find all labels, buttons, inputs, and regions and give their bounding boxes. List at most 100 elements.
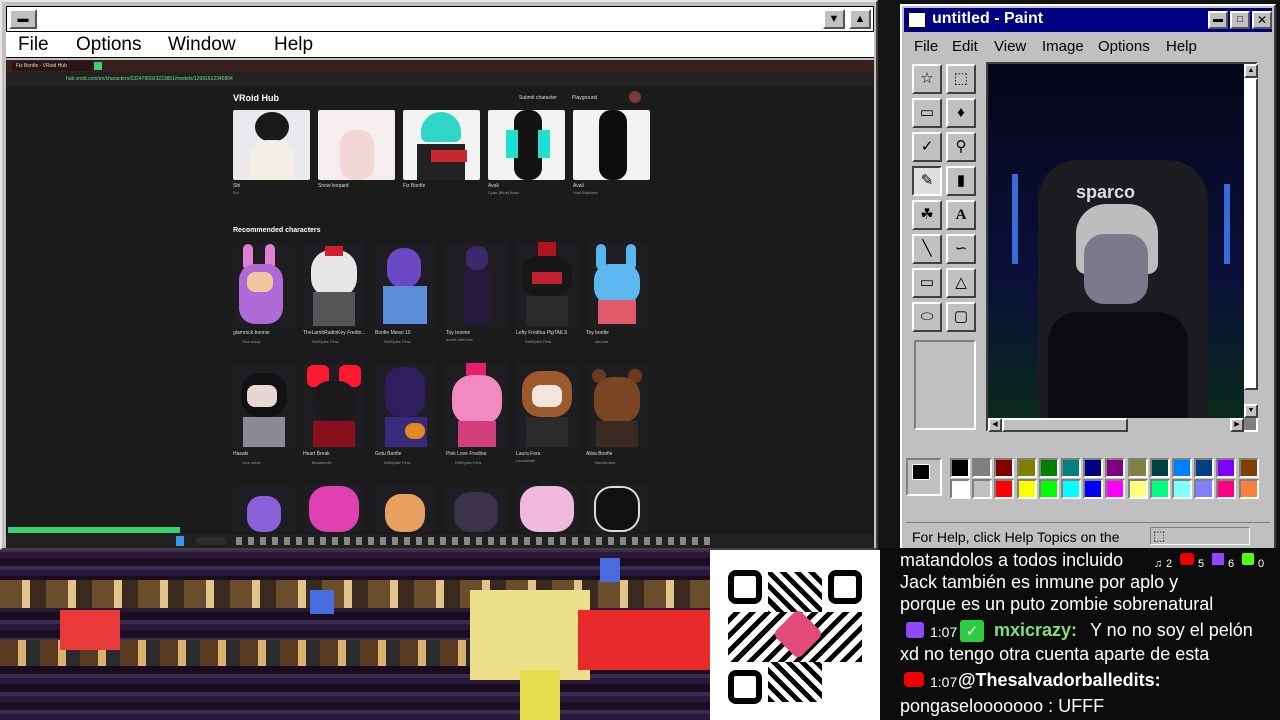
color-swatch[interactable] (1083, 479, 1104, 499)
color-swatch[interactable] (1216, 479, 1237, 499)
paint-menu-view[interactable]: View (994, 38, 1026, 55)
current-colors[interactable] (906, 458, 942, 496)
start-icon[interactable] (176, 536, 184, 546)
paint-menu-help[interactable]: Help (1166, 38, 1197, 55)
menu-window[interactable]: Window (168, 34, 236, 56)
character-card[interactable] (488, 110, 565, 180)
site-logo[interactable]: VRoid Hub (233, 93, 279, 103)
character-name[interactable]: Gotu Bonfie (375, 451, 401, 457)
color-swatch[interactable] (1194, 458, 1215, 478)
color-swatch[interactable] (1016, 479, 1037, 499)
character-card[interactable] (446, 488, 508, 532)
menu-file[interactable]: File (18, 34, 49, 56)
scroll-up-icon[interactable]: ▲ (1244, 64, 1258, 78)
character-card[interactable] (375, 486, 437, 532)
character-card[interactable] (318, 110, 395, 180)
scroll-down-icon[interactable]: ▼ (1244, 404, 1258, 418)
horizontal-scroll-thumb[interactable] (1002, 418, 1128, 432)
color-swatch[interactable] (1038, 479, 1059, 499)
minimize-button[interactable]: ▼ (823, 9, 845, 29)
paint-menu-edit[interactable]: Edit (952, 38, 978, 55)
menu-help[interactable]: Help (274, 34, 313, 56)
vertical-scroll-thumb[interactable] (1244, 78, 1258, 390)
submit-character-link[interactable]: Submit character (519, 95, 557, 101)
character-author[interactable]: NeoArmbot (595, 460, 615, 465)
character-name[interactable]: Lefty Fredina PigTAILS (516, 330, 567, 336)
character-author[interactable]: LauraMoth (516, 458, 535, 463)
search-box[interactable] (196, 537, 226, 545)
character-card[interactable] (303, 242, 365, 328)
color-swatch[interactable] (1038, 458, 1059, 478)
color-swatch[interactable] (994, 479, 1015, 499)
character-author[interactable]: Your snow (242, 339, 261, 344)
text-icon[interactable]: A (946, 200, 976, 230)
fill-bucket-icon[interactable]: ♦ (946, 98, 976, 128)
address-bar[interactable]: hub.vroid.com/en/characters/532479002322… (6, 72, 874, 86)
color-swatch[interactable] (1216, 458, 1237, 478)
color-swatch[interactable] (1016, 458, 1037, 478)
character-card[interactable] (446, 363, 508, 449)
character-name[interactable]: Shi (233, 183, 240, 189)
chat-username[interactable]: @Thesalvadorballedits: (958, 668, 1161, 692)
character-name[interactable]: Toy bonnie (446, 330, 470, 336)
color-swatch[interactable] (994, 458, 1015, 478)
color-swatch[interactable] (972, 458, 993, 478)
character-card[interactable] (233, 110, 310, 180)
character-card[interactable] (586, 363, 648, 449)
airbrush-icon[interactable]: ☘ (912, 200, 942, 230)
character-card[interactable] (303, 484, 365, 532)
color-swatch[interactable] (1105, 479, 1126, 499)
character-name[interactable]: Hasaki (233, 451, 248, 457)
color-swatch[interactable] (1238, 479, 1259, 499)
character-name[interactable]: Fiz Bonfie (403, 183, 425, 189)
character-card[interactable] (516, 242, 578, 328)
paint-menu-file[interactable]: File (914, 38, 938, 55)
character-name[interactable]: Bonfie Messi 10 (375, 330, 411, 336)
character-name[interactable]: Pink Love Fredina (446, 451, 486, 457)
color-swatch[interactable] (950, 458, 970, 478)
character-name[interactable]: TheLambRadioKey Fredin... (303, 330, 366, 336)
character-name[interactable]: Avali (488, 183, 499, 189)
color-swatch[interactable] (1127, 458, 1148, 478)
avatar[interactable] (629, 91, 641, 103)
new-tab-icon[interactable] (94, 62, 102, 70)
character-card[interactable] (516, 363, 578, 449)
paint-minimize-button[interactable]: ▬ (1208, 11, 1228, 29)
color-picker-icon[interactable]: ✓ (912, 132, 942, 162)
color-swatch[interactable] (1194, 479, 1215, 499)
character-name[interactable]: Avali (573, 183, 584, 189)
character-name[interactable]: Alisa Bonfie (586, 451, 612, 457)
eraser-icon[interactable]: ▭ (912, 98, 942, 128)
character-card[interactable] (516, 484, 578, 532)
character-author[interactable]: bonfie with ball (446, 337, 472, 342)
character-card[interactable] (586, 242, 648, 328)
paint-maximize-button[interactable]: □ (1230, 11, 1250, 29)
color-swatch[interactable] (1149, 458, 1170, 478)
paint-menu-image[interactable]: Image (1042, 38, 1084, 55)
rect-select-icon[interactable]: ⬚ (946, 64, 976, 94)
vertical-scrollbar[interactable]: ▲ ▼ (1244, 64, 1258, 418)
character-card[interactable] (375, 242, 437, 328)
color-swatch[interactable] (1149, 479, 1170, 499)
curve-icon[interactable]: ∽ (946, 234, 976, 264)
character-card[interactable] (233, 363, 295, 449)
character-author[interactable]: Bloodsmith (312, 460, 332, 465)
color-swatch[interactable] (1172, 479, 1192, 499)
character-name[interactable]: Laura Fera (516, 451, 540, 457)
character-card[interactable] (303, 363, 365, 449)
free-select-icon[interactable]: ☆ (912, 64, 942, 94)
character-name[interactable]: Snow leopard (318, 183, 349, 189)
color-swatch[interactable] (1238, 458, 1259, 478)
brush-icon[interactable]: ▮ (946, 166, 976, 196)
character-author[interactable]: DrillSpike Fera (455, 460, 481, 465)
system-menu-button[interactable]: ▬ (9, 9, 37, 29)
color-swatch[interactable] (950, 479, 970, 499)
character-author[interactable]: Your snow (242, 460, 261, 465)
color-swatch[interactable] (1061, 479, 1081, 499)
scroll-left-icon[interactable]: ◀ (988, 418, 1002, 432)
ellipse-icon[interactable]: ⬭ (912, 302, 942, 332)
paint-menu-options[interactable]: Options (1098, 38, 1150, 55)
character-author[interactable]: shrome (595, 339, 608, 344)
color-swatch[interactable] (972, 479, 993, 499)
character-card[interactable] (403, 110, 480, 180)
